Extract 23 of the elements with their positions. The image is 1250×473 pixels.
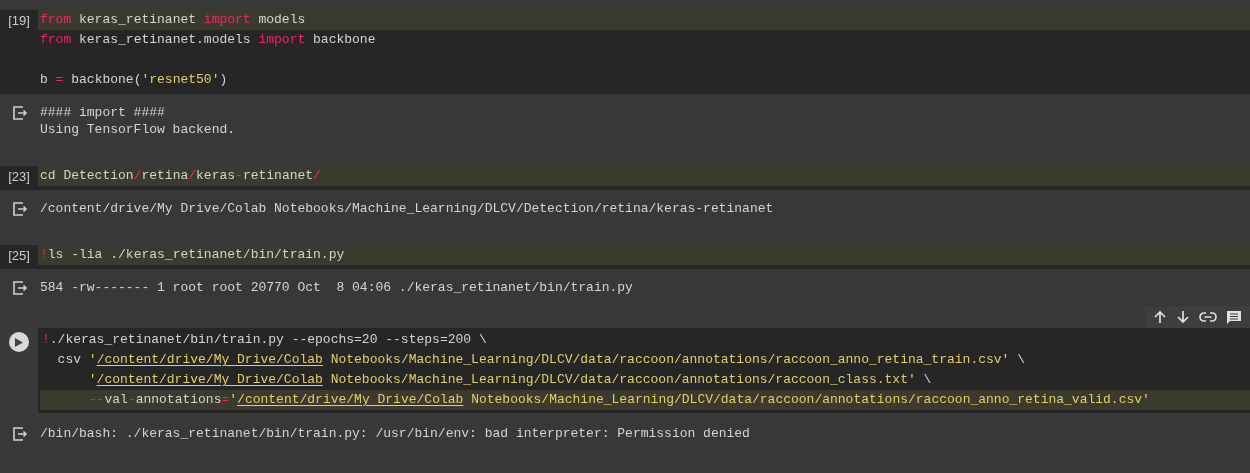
output-arrow-icon [12, 427, 28, 441]
output-arrow-icon [12, 281, 28, 295]
output-text: /bin/bash: ./keras_retinanet/bin/train.py: /usr/bin/env: bad interpreter: Permission denied [40, 425, 750, 442]
code-line: from keras_retinanet.models import backbone [39, 31, 377, 49]
code-line: !./keras_retinanet/bin/train.py --epochs=20 --steps=200 \ [41, 331, 488, 349]
output-text: /content/drive/My Drive/Colab Notebooks/Machine_Learning/DLCV/Detection/retina/keras-retinanet [40, 200, 774, 217]
link-icon[interactable] [1199, 311, 1217, 323]
play-icon [15, 337, 23, 347]
comment-icon[interactable] [1226, 309, 1242, 325]
execution-count: [25] [8, 247, 30, 265]
execution-count: [23] [8, 168, 30, 186]
output-text: #### import #### [40, 104, 166, 121]
output-text: 584 -rw------- 1 root root 20770 Oct 8 04:06 ./keras_retinanet/bin/train.py [40, 279, 633, 296]
output-arrow-icon [12, 106, 28, 120]
arrow-down-icon[interactable] [1176, 310, 1190, 324]
code-line: '/content/drive/My Drive/Colab Notebooks/Machine_Learning/DLCV/data/raccoon/annotations/raccoon_class.txt' \ [87, 371, 933, 389]
run-button[interactable] [9, 332, 29, 352]
output-text: Using TensorFlow backend. [40, 121, 236, 138]
arrow-up-icon[interactable] [1153, 310, 1167, 324]
code-line: b = backbone('resnet50') [39, 71, 229, 89]
execution-count: [19] [8, 12, 30, 30]
code-line: csv '/content/drive/My Drive/Colab Notebooks/Machine_Learning/DLCV/data/raccoon/annotations/raccoon_anno_retina_train.csv' \ [56, 351, 1026, 369]
output-arrow-icon [12, 202, 28, 216]
